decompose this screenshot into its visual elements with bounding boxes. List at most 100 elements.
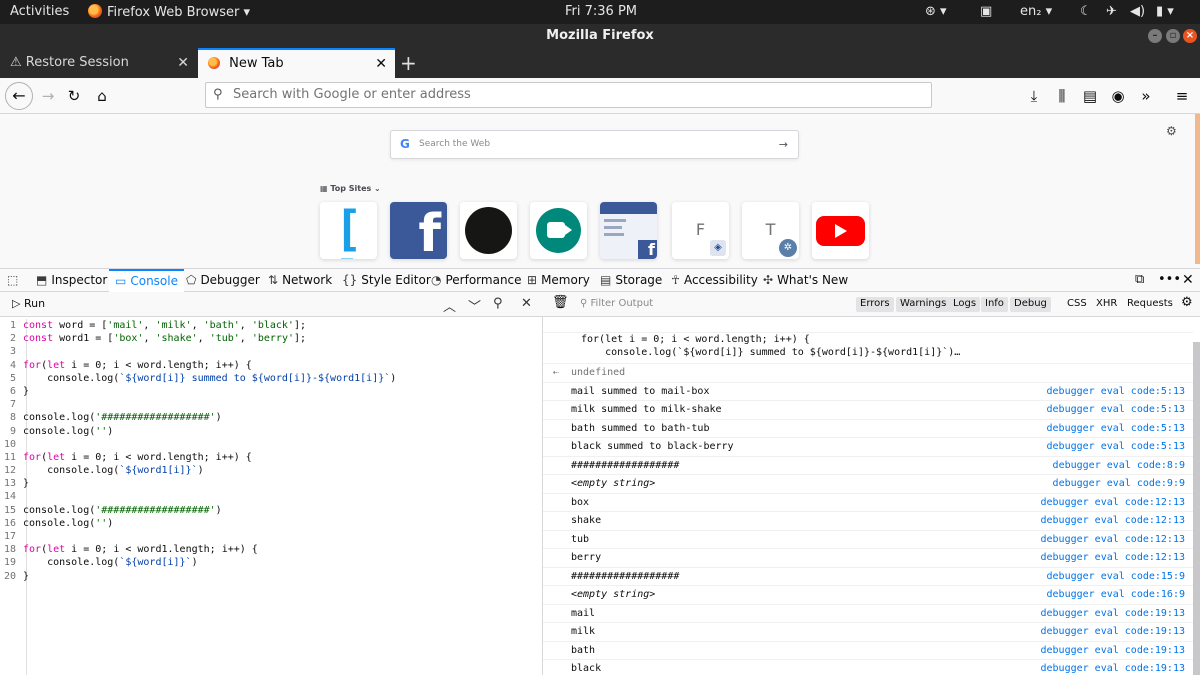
downloads-button[interactable]: ⤓ xyxy=(1022,84,1046,108)
chevron-up-icon[interactable]: ︿ xyxy=(443,296,456,315)
filter-css-button[interactable]: CSS xyxy=(1067,298,1087,309)
code-line[interactable]: 6} xyxy=(0,385,543,398)
message-source-link[interactable]: debugger eval code:12:13 xyxy=(1041,494,1186,512)
code-line[interactable]: 2 const word1 = ['box', 'shake', 'tub', '… xyxy=(0,332,543,345)
accessibility-icon[interactable]: ⊛ ▾ xyxy=(925,4,947,19)
home-button[interactable]: ⌂ xyxy=(90,84,114,108)
filter-xhr-button[interactable]: XHR xyxy=(1096,298,1117,309)
battery-icon[interactable]: ▮ ▾ xyxy=(1156,4,1174,19)
screen-icon[interactable]: ▣ xyxy=(980,4,992,19)
message-source-link[interactable]: debugger eval code:19:13 xyxy=(1041,660,1186,675)
close-editor-icon[interactable]: ✕ xyxy=(521,296,532,311)
arrow-right-icon[interactable]: → xyxy=(779,131,788,158)
filter-requests-button[interactable]: Requests xyxy=(1127,298,1173,309)
pick-element-icon[interactable]: ⬚ xyxy=(7,269,22,293)
filter-warnings-button[interactable]: Warnings xyxy=(896,297,951,312)
close-devtools-icon[interactable]: ✕ xyxy=(1182,269,1194,293)
airplane-icon[interactable]: ✈ xyxy=(1106,4,1117,19)
search-icon[interactable]: ⚲ xyxy=(493,296,503,311)
account-button[interactable]: ◉ xyxy=(1106,84,1130,108)
code-line[interactable]: 13} xyxy=(0,477,543,490)
menu-button[interactable]: ≡ xyxy=(1170,84,1194,108)
tab-memory[interactable]: ⊞ Memory xyxy=(527,269,590,293)
message-source-link[interactable]: debugger eval code:16:9 xyxy=(1047,586,1185,604)
app-menu[interactable]: Firefox Web Browser ▾ xyxy=(88,4,250,20)
top-site-facebook[interactable]: f xyxy=(390,202,447,259)
code-line[interactable]: 3 xyxy=(0,345,543,358)
code-line[interactable]: 5 console.log(`${word[i]} summed to ${wo… xyxy=(0,372,543,385)
tab-network[interactable]: ⇅ Network xyxy=(268,269,332,293)
code-line[interactable]: 17 xyxy=(0,530,543,543)
message-source-link[interactable]: debugger eval code:19:13 xyxy=(1041,605,1186,623)
close-tab-icon[interactable]: ✕ xyxy=(177,48,189,78)
chevron-down-icon[interactable]: ﹀ xyxy=(468,296,481,315)
activities-button[interactable]: Activities xyxy=(10,4,69,19)
url-bar[interactable]: ⚲ Search with Google or enter address xyxy=(205,82,932,108)
code-line[interactable]: 18 for(let i = 0; i < word1.length; i++) … xyxy=(0,543,543,556)
top-site-youtube[interactable] xyxy=(812,202,869,259)
message-source-link[interactable]: debugger eval code:19:13 xyxy=(1041,623,1186,641)
code-line[interactable]: 4 for(let i = 0; i < word.length; i++) { xyxy=(0,359,543,372)
message-source-link[interactable]: debugger eval code:9:9 xyxy=(1053,475,1185,493)
console-scrollbar[interactable] xyxy=(1193,342,1200,675)
code-line[interactable]: 15 console.log('##################') xyxy=(0,504,543,517)
tab-accessibility[interactable]: ☥ Accessibility xyxy=(671,269,758,293)
code-line[interactable]: 1 const word = ['mail', 'milk', 'bath', '… xyxy=(0,319,543,332)
web-search-box[interactable]: G Search the Web → xyxy=(390,130,799,159)
message-source-link[interactable]: debugger eval code:5:13 xyxy=(1047,383,1185,401)
gear-icon[interactable]: ⚙ xyxy=(1181,295,1193,310)
top-site-t[interactable]: T ✲ xyxy=(742,202,799,259)
filter-info-button[interactable]: Info xyxy=(981,297,1008,312)
tab-whats-new[interactable]: ✣ What's New xyxy=(763,269,848,293)
clock[interactable]: Fri 7:36 PM xyxy=(565,4,637,19)
library-button[interactable]: ⫼ xyxy=(1050,84,1074,108)
code-line[interactable]: 12 console.log(`${word1[i]}`) xyxy=(0,464,543,477)
message-source-link[interactable]: debugger eval code:12:13 xyxy=(1041,549,1186,567)
dock-icon[interactable]: ⧉ xyxy=(1135,269,1144,293)
tab-restore-session[interactable]: ⚠ Restore Session ✕ xyxy=(0,48,197,78)
page-scrollbar[interactable] xyxy=(1195,114,1200,264)
message-source-link[interactable]: debugger eval code:8:9 xyxy=(1053,457,1185,475)
message-source-link[interactable]: debugger eval code:12:13 xyxy=(1041,531,1186,549)
top-site-github[interactable] xyxy=(460,202,517,259)
tab-debugger[interactable]: ⬠ Debugger xyxy=(186,269,260,293)
code-line[interactable]: 16 console.log('') xyxy=(0,517,543,530)
run-button[interactable]: ▷ Run xyxy=(12,297,45,310)
top-site-google-meet[interactable] xyxy=(530,202,587,259)
filter-input[interactable]: ⚲ Filter Output xyxy=(580,298,653,309)
volume-icon[interactable]: ◀) xyxy=(1130,4,1145,19)
new-tab-button[interactable]: + xyxy=(400,51,417,75)
tab-performance[interactable]: ◔ Performance xyxy=(431,269,522,293)
language-indicator[interactable]: en₂ ▾ xyxy=(1020,4,1052,19)
code-line[interactable]: 7 xyxy=(0,398,543,411)
message-source-link[interactable]: debugger eval code:5:13 xyxy=(1047,420,1185,438)
close-window-button[interactable]: × xyxy=(1183,29,1197,43)
tab-inspector[interactable]: ⬒ Inspector xyxy=(36,269,107,293)
tab-storage[interactable]: ▤ Storage xyxy=(600,269,662,293)
reload-button[interactable]: ↻ xyxy=(62,84,86,108)
code-line[interactable]: 8 console.log('##################') xyxy=(0,411,543,424)
message-source-link[interactable]: debugger eval code:5:13 xyxy=(1047,401,1185,419)
minimize-button[interactable]: – xyxy=(1148,29,1162,43)
trash-icon[interactable]: 🗑 xyxy=(552,295,569,310)
code-line[interactable]: 19 console.log(`${word[i]}`) xyxy=(0,556,543,569)
top-site-brackets[interactable]: [ ] xyxy=(320,202,377,259)
message-source-link[interactable]: debugger eval code:15:9 xyxy=(1047,568,1185,586)
code-line[interactable]: 20} xyxy=(0,570,543,583)
console-editor[interactable]: ▷ Run ︿ ﹀ ⚲ ✕ 1 const word = ['mail', 'mi… xyxy=(0,292,543,675)
forward-button[interactable]: → xyxy=(36,84,60,108)
tab-console[interactable]: ▭ Console xyxy=(109,269,184,293)
code-line[interactable]: 14 xyxy=(0,490,543,503)
tab-new-tab[interactable]: New Tab ✕ xyxy=(198,48,395,78)
code-line[interactable]: 11 for(let i = 0; i < word.length; i++) { xyxy=(0,451,543,464)
tab-style-editor[interactable]: {} Style Editor xyxy=(342,269,431,293)
night-light-icon[interactable]: ☾ xyxy=(1080,4,1092,19)
top-site-f[interactable]: F ◈ xyxy=(672,202,729,259)
filter-errors-button[interactable]: Errors xyxy=(856,297,894,312)
code-area[interactable]: 1 const word = ['mail', 'milk', 'bath', '… xyxy=(0,319,543,583)
top-site-facebook-developers[interactable]: f xyxy=(600,202,657,259)
code-line[interactable]: 10 xyxy=(0,438,543,451)
top-sites-heading[interactable]: ▦ Top Sites ⌄ xyxy=(320,184,381,193)
maximize-button[interactable]: ▫ xyxy=(1166,29,1180,43)
filter-debug-button[interactable]: Debug xyxy=(1010,297,1051,312)
